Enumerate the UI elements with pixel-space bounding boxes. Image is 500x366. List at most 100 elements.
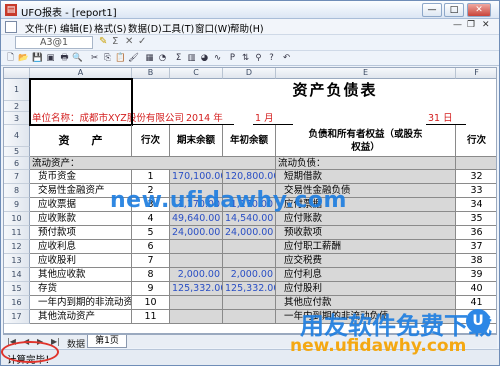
liability-name-cell[interactable]: 应交税费 xyxy=(276,254,456,268)
liability-line-cell[interactable]: 36 xyxy=(456,226,496,240)
function-icon[interactable]: Σ xyxy=(112,36,118,47)
liability-name-cell[interactable]: 预收款项 xyxy=(276,226,456,240)
help-icon[interactable]: ? xyxy=(266,53,277,64)
asset-name-cell[interactable]: 应收账款 xyxy=(30,212,132,226)
asset-name-cell[interactable]: 其他应收款 xyxy=(30,268,132,282)
asset-line-cell[interactable]: 5 xyxy=(132,226,170,240)
format-painter-icon[interactable]: 🖌 xyxy=(128,53,139,64)
liability-name-cell[interactable]: 应付账款 xyxy=(276,212,456,226)
liability-name-cell[interactable]: 应付股利 xyxy=(276,282,456,296)
liability-name-cell[interactable]: 应付利息 xyxy=(276,268,456,282)
beginning-balance-cell[interactable] xyxy=(223,296,276,310)
menu-edit[interactable]: 编辑(E) xyxy=(60,21,92,35)
liability-name-cell[interactable]: 应付职工薪酬 xyxy=(276,240,456,254)
row-header[interactable]: 6 xyxy=(4,157,30,170)
asset-name-cell[interactable]: 应收利息 xyxy=(30,240,132,254)
liability-line-cell[interactable]: 39 xyxy=(456,268,496,282)
confirm-icon[interactable]: ✓ xyxy=(138,36,146,47)
undo-icon[interactable]: ↶ xyxy=(281,53,292,64)
row-header[interactable]: 8 xyxy=(4,184,30,198)
menu-tools[interactable]: 工具(T) xyxy=(162,21,194,35)
row-header[interactable]: 13 xyxy=(4,254,30,268)
paste-icon[interactable]: 📋 xyxy=(115,53,126,64)
copy-icon[interactable]: ⎘ xyxy=(102,53,113,64)
row-header[interactable]: 3 xyxy=(4,112,30,125)
asset-name-cell[interactable]: 存货 xyxy=(30,282,132,296)
column-header-b[interactable]: B xyxy=(132,68,170,79)
day-cell[interactable]: 31 日 xyxy=(426,112,466,125)
mdi-minimize-button[interactable]: — xyxy=(453,20,462,30)
beginning-balance-cell[interactable] xyxy=(223,310,276,324)
asset-name-cell[interactable]: 一年内到期的非流动资产 xyxy=(30,296,132,310)
row-header[interactable]: 1 xyxy=(4,79,30,101)
month-cell[interactable]: 1 月 xyxy=(253,112,293,125)
row-header[interactable]: 9 xyxy=(4,198,30,212)
chart-icon[interactable]: ◔ xyxy=(157,53,168,64)
beginning-balance-cell[interactable]: 125,332.00 xyxy=(223,282,276,296)
line-chart-icon[interactable]: ∿ xyxy=(212,53,223,64)
beginning-balance-cell[interactable]: 24,000.00 xyxy=(223,226,276,240)
cancel-icon[interactable]: ✕ xyxy=(125,36,133,47)
ending-balance-cell[interactable]: 125,332.00 xyxy=(170,282,223,296)
sum-icon[interactable]: Σ xyxy=(173,53,184,64)
save-as-icon[interactable]: ▣ xyxy=(45,53,56,64)
header-liabilities-equity[interactable]: 负债和所有者权益（或股东权益） xyxy=(276,125,456,157)
menu-data[interactable]: 数据(D) xyxy=(128,21,162,35)
beginning-balance-cell[interactable] xyxy=(223,240,276,254)
mdi-close-button[interactable]: ✕ xyxy=(482,20,490,30)
save-icon[interactable]: 💾 xyxy=(32,53,43,64)
liability-line-cell[interactable]: 33 xyxy=(456,184,496,198)
ending-balance-cell[interactable]: 2,000.00 xyxy=(170,268,223,282)
asset-name-cell[interactable]: 预付款项 xyxy=(30,226,132,240)
pie-chart-icon[interactable]: ◕ xyxy=(199,53,210,64)
column-header-f[interactable]: F xyxy=(456,68,496,79)
header-ending-balance[interactable]: 期末余额 xyxy=(170,125,223,157)
edit-formula-icon[interactable]: ✎ xyxy=(99,36,107,47)
menu-file[interactable]: 文件(F) xyxy=(25,21,57,35)
open-icon[interactable]: 📂 xyxy=(18,53,29,64)
row-header[interactable]: 11 xyxy=(4,226,30,240)
sort-icon[interactable]: ⇅ xyxy=(240,53,251,64)
cut-icon[interactable]: ✂ xyxy=(89,53,100,64)
mdi-restore-button[interactable]: ❐ xyxy=(467,20,475,30)
p-icon[interactable]: P xyxy=(227,53,238,64)
ending-balance-cell[interactable] xyxy=(170,254,223,268)
liability-line-cell[interactable]: 40 xyxy=(456,282,496,296)
select-all-corner[interactable] xyxy=(4,68,30,79)
beginning-balance-cell[interactable]: 120,800.00 xyxy=(223,170,276,184)
asset-line-cell[interactable]: 6 xyxy=(132,240,170,254)
header-beginning-balance[interactable]: 年初余额 xyxy=(223,125,276,157)
asset-line-cell[interactable]: 9 xyxy=(132,282,170,296)
ending-balance-cell[interactable] xyxy=(170,240,223,254)
ending-balance-cell[interactable]: 24,000.00 xyxy=(170,226,223,240)
sheet-tab-page1[interactable]: 第1页 xyxy=(87,335,127,348)
asset-line-cell[interactable]: 10 xyxy=(132,296,170,310)
close-button[interactable]: ✕ xyxy=(467,3,491,17)
menu-window[interactable]: 窗口(W) xyxy=(195,21,231,35)
row-header[interactable]: 14 xyxy=(4,268,30,282)
beginning-balance-cell[interactable]: 2,000.00 xyxy=(223,268,276,282)
header-line-no[interactable]: 行次 xyxy=(132,125,170,157)
row-header[interactable]: 16 xyxy=(4,296,30,310)
preview-icon[interactable]: 🔍 xyxy=(72,53,83,64)
report-title[interactable]: 资产负债表 xyxy=(170,79,496,101)
liability-name-cell[interactable]: 短期借款 xyxy=(276,170,456,184)
cell-reference-box[interactable]: A3@1 xyxy=(15,36,93,49)
filter-icon[interactable]: ⚲ xyxy=(253,53,264,64)
row-header[interactable]: 17 xyxy=(4,310,30,324)
liability-line-cell[interactable]: 38 xyxy=(456,254,496,268)
table-icon[interactable]: ▦ xyxy=(144,53,155,64)
section-current-liabilities[interactable]: 流动负债： xyxy=(276,157,456,170)
menu-help[interactable]: 帮助(H) xyxy=(230,21,264,35)
print-icon[interactable]: 🖶 xyxy=(59,53,70,64)
menu-format[interactable]: 格式(S) xyxy=(94,21,126,35)
section-current-assets[interactable]: 流动资产： xyxy=(30,157,276,170)
asset-line-cell[interactable]: 7 xyxy=(132,254,170,268)
asset-line-cell[interactable]: 8 xyxy=(132,268,170,282)
asset-name-cell[interactable]: 其他流动资产 xyxy=(30,310,132,324)
asset-name-cell[interactable]: 应收股利 xyxy=(30,254,132,268)
year-cell[interactable]: 2014 年 xyxy=(184,112,234,125)
row-header[interactable]: 5 xyxy=(4,147,30,157)
row-header[interactable]: 4 xyxy=(4,125,30,147)
column-header-d[interactable]: D xyxy=(223,68,276,79)
